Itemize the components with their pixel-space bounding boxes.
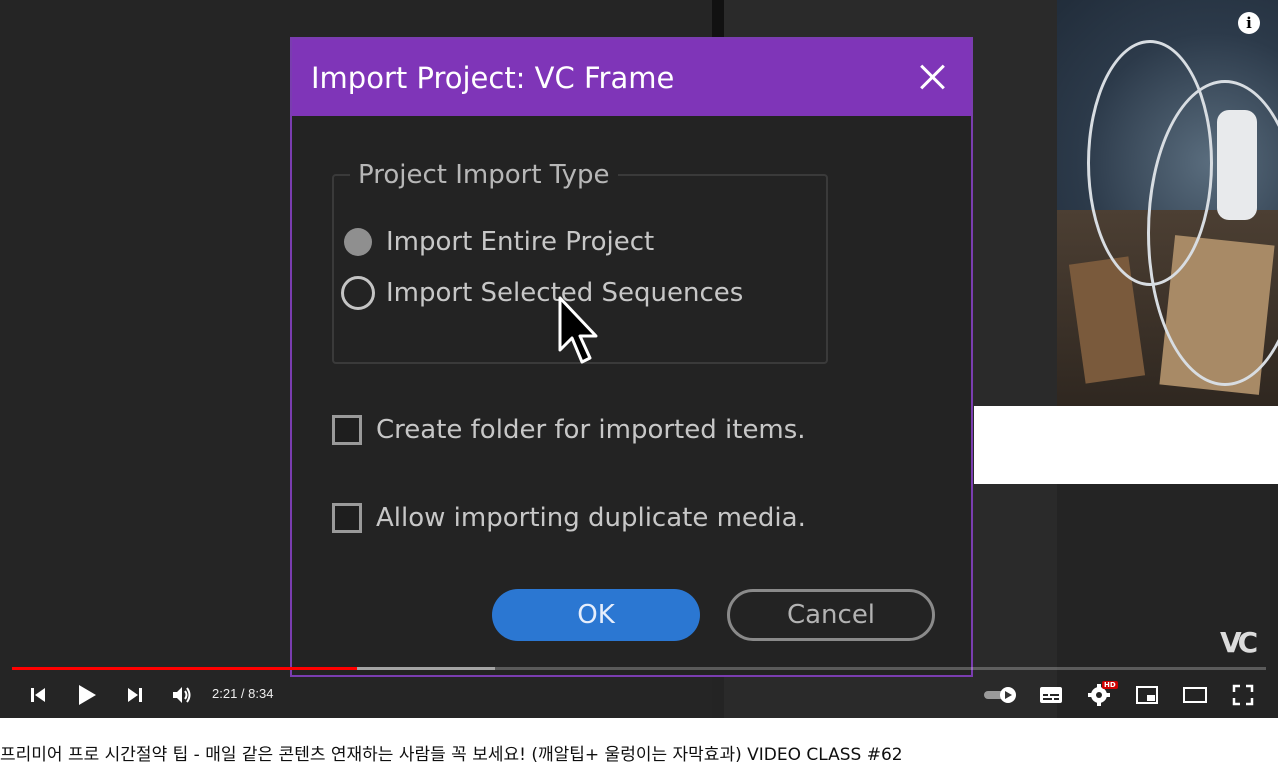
info-icon[interactable]: i [1238,12,1260,34]
video-player[interactable]: i VC Import Project: VC Frame Project Im… [0,0,1278,718]
theater-icon[interactable] [1181,680,1209,710]
radio-import-entire-project[interactable]: Import Entire Project [344,227,654,257]
cancel-button[interactable]: Cancel [727,589,935,641]
settings-icon[interactable]: HD [1085,680,1118,710]
dialog-titlebar: Import Project: VC Frame [292,39,971,116]
checkbox[interactable] [332,415,362,445]
radio-button[interactable] [341,276,375,310]
cam-device [1217,110,1257,220]
autoplay-toggle[interactable] [980,680,1020,710]
mouse-cursor-icon [558,296,598,364]
import-project-dialog: Import Project: VC Frame Project Import … [290,37,973,677]
hd-badge: HD [1102,681,1118,689]
group-label: Project Import Type [350,160,618,190]
ok-button[interactable]: OK [492,589,700,641]
play-icon[interactable] [72,680,102,710]
time-display: 2:21 / 8:34 [212,686,274,701]
checkbox-create-folder[interactable]: Create folder for imported items. [332,415,806,445]
video-white-band [974,406,1278,484]
checkbox[interactable] [332,503,362,533]
progress-played [12,667,357,670]
checkbox-label: Allow importing duplicate media. [376,503,806,533]
webcam-footage [1057,0,1278,406]
next-icon[interactable] [121,680,149,710]
subtitles-icon[interactable] [1037,680,1065,710]
checkbox-label: Create folder for imported items. [376,415,806,445]
radio-import-selected-sequences[interactable]: Import Selected Sequences [341,276,743,310]
fullscreen-icon[interactable] [1229,680,1257,710]
previous-icon[interactable] [24,680,52,710]
dialog-title: Import Project: VC Frame [311,61,675,95]
progress-bar[interactable] [12,667,1266,670]
checkbox-allow-duplicates[interactable]: Allow importing duplicate media. [332,503,806,533]
video-title: 프리미어 프로 시간절약 팁 - 매일 같은 콘텐츠 연재하는 사람들 꼭 보세… [0,745,903,765]
miniplayer-icon[interactable] [1133,680,1161,710]
radio-button[interactable] [344,228,372,256]
channel-logo: VC [1220,626,1258,659]
volume-icon[interactable] [168,680,196,710]
radio-label: Import Entire Project [386,227,655,257]
close-icon[interactable] [917,61,949,93]
